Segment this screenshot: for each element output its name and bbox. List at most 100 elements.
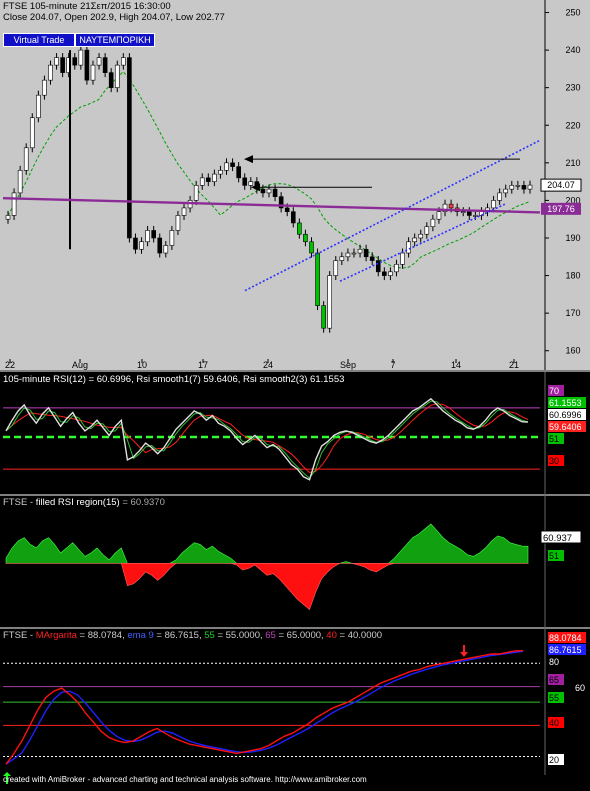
price-candle-body <box>11 192 17 216</box>
price-candle-body <box>169 230 175 246</box>
marg-40-val: = 40.0000 <box>336 630 383 641</box>
marg-65: 65 <box>265 630 276 641</box>
price-candle-body <box>400 252 405 265</box>
marg-65-val: = 65.0000, <box>275 630 327 641</box>
marg-label-65: 65 <box>549 675 559 685</box>
price-candle-body <box>72 57 78 66</box>
price-candle-body <box>363 248 369 258</box>
price-candle-body <box>127 57 132 239</box>
pane-separator-3 <box>0 627 590 629</box>
margarita-pane-title: FTSE - MArgarita = 88.0784, ema 9 = 86.7… <box>3 630 382 641</box>
price-candle-body <box>284 207 290 212</box>
price-candle-body <box>460 211 466 213</box>
price-candle-body <box>218 170 223 175</box>
marg-label-40: 40 <box>549 718 559 728</box>
filled-rsi-value: = 60.9370 <box>119 497 165 508</box>
price-plot-area <box>3 22 540 362</box>
price-candle-body <box>515 185 521 187</box>
filled-rsi-positive-area <box>5 523 529 564</box>
price-candle-body <box>527 184 533 190</box>
price-ytick-250: 250 <box>565 8 580 18</box>
price-candle-body <box>497 192 502 201</box>
price-candle-body <box>473 215 478 217</box>
filled-rsi-prefix: FTSE - <box>3 497 36 508</box>
price-ytick-170: 170 <box>565 308 580 318</box>
filled-rsi-negative-area <box>5 562 529 611</box>
marg-axis-60: 60 <box>575 683 585 693</box>
price-candle-body <box>108 72 114 88</box>
marg-val: = 88.0784, <box>76 630 128 641</box>
price-candle-body <box>339 256 345 261</box>
marg-label-20: 20 <box>549 755 559 765</box>
rsi-label-30: 30 <box>549 456 559 466</box>
marg-55-val: = 55.0000, <box>214 630 266 641</box>
price-candle-body <box>230 162 235 167</box>
price-candle-body <box>303 233 308 243</box>
price-candle-body <box>29 117 35 149</box>
price-candle-body <box>36 94 41 119</box>
price-candle-body <box>78 49 84 66</box>
filled-rsi-pane-title: FTSE - filled RSI region(15) = 60.9370 <box>3 497 165 508</box>
price-candle-body <box>133 237 138 250</box>
price-candle-body <box>248 181 254 186</box>
rsi-pane-title: 105-minute RSI(12) = 60.6996, Rsi smooth… <box>3 374 345 385</box>
price-candle-body <box>430 218 436 228</box>
marg-name: MArgarita <box>35 630 77 641</box>
chart-window: 160 170 180 190 200 210 220 230 240 250 22 Aug 10 17 2… <box>0 0 590 786</box>
price-candle-body <box>206 177 211 182</box>
price-candle-body <box>266 188 272 194</box>
price-candle-body <box>163 245 169 254</box>
price-candle-body <box>145 230 150 243</box>
price-candle-body <box>5 215 11 220</box>
chart-svg[interactable]: 16017018019020021022023024025022 Aug 10 17 2… <box>0 0 590 786</box>
price-candle-body <box>102 57 108 73</box>
pane-separator-1 <box>0 370 590 372</box>
price-candle-body <box>309 241 314 254</box>
price-candle-body <box>17 170 23 194</box>
price-candle-body <box>151 230 156 239</box>
price-candle-body <box>509 185 515 190</box>
filled-rsi-name: filled RSI region(15) <box>35 497 120 508</box>
filled-rsi-base-label: 51 <box>549 551 559 561</box>
price-candle-body <box>42 79 47 96</box>
marg-ema: ema 9 <box>127 630 154 641</box>
price-candle-body <box>121 57 126 66</box>
price-candle-body <box>345 252 351 258</box>
price-candle-body <box>333 260 339 276</box>
price-ytick-220: 220 <box>565 120 580 130</box>
price-candle-body <box>424 226 430 235</box>
rsi-label-smooth2: 61.1553 <box>549 398 582 408</box>
price-candle-body <box>357 248 363 254</box>
price-ytick-240: 240 <box>565 45 580 55</box>
price-candle-body <box>388 271 393 276</box>
price-candle-body <box>96 57 102 66</box>
price-candle-body <box>327 275 332 329</box>
price-ytick-210: 210 <box>565 158 580 168</box>
price-candle-body <box>236 166 241 179</box>
footer-credit: created with AmiBroker - advanced charti… <box>3 775 367 784</box>
rsi-label-smooth1: 59.6406 <box>549 422 582 432</box>
price-ytick-160: 160 <box>565 346 580 356</box>
rsi-label-rsi: 60.6996 <box>549 410 582 420</box>
price-candle-body <box>199 177 205 186</box>
marg-40: 40 <box>326 630 337 641</box>
price-candle-body <box>114 64 120 88</box>
price-candle-body <box>224 162 229 171</box>
price-candle-body <box>503 188 509 194</box>
price-pane-header-line2: Close 204.07, Open 202.9, High 204.07, L… <box>3 12 225 23</box>
price-candle-body <box>60 57 65 73</box>
price-last-value-label: 204.07 <box>547 180 575 190</box>
price-candle-body <box>242 177 248 186</box>
price-candle-body <box>23 147 29 171</box>
price-candle-body <box>406 241 411 254</box>
price-candle-body <box>321 305 326 329</box>
marg-label-80: 80 <box>549 657 559 667</box>
price-candle-body <box>467 211 472 216</box>
virtual-trade-button[interactable]: Virtual Trade <box>3 33 75 47</box>
pending-orders-button[interactable]: ΝΑΥΤΕΜΠΟΡΙΚΗ <box>75 33 155 47</box>
pane-separator-2 <box>0 494 590 496</box>
price-candle-body <box>315 252 320 306</box>
marg-55: 55 <box>204 630 215 641</box>
price-candle-body <box>48 64 53 81</box>
price-pane-header-line1: FTSE 105-minute 21Σεπ/2015 16:30:00 <box>3 1 171 12</box>
